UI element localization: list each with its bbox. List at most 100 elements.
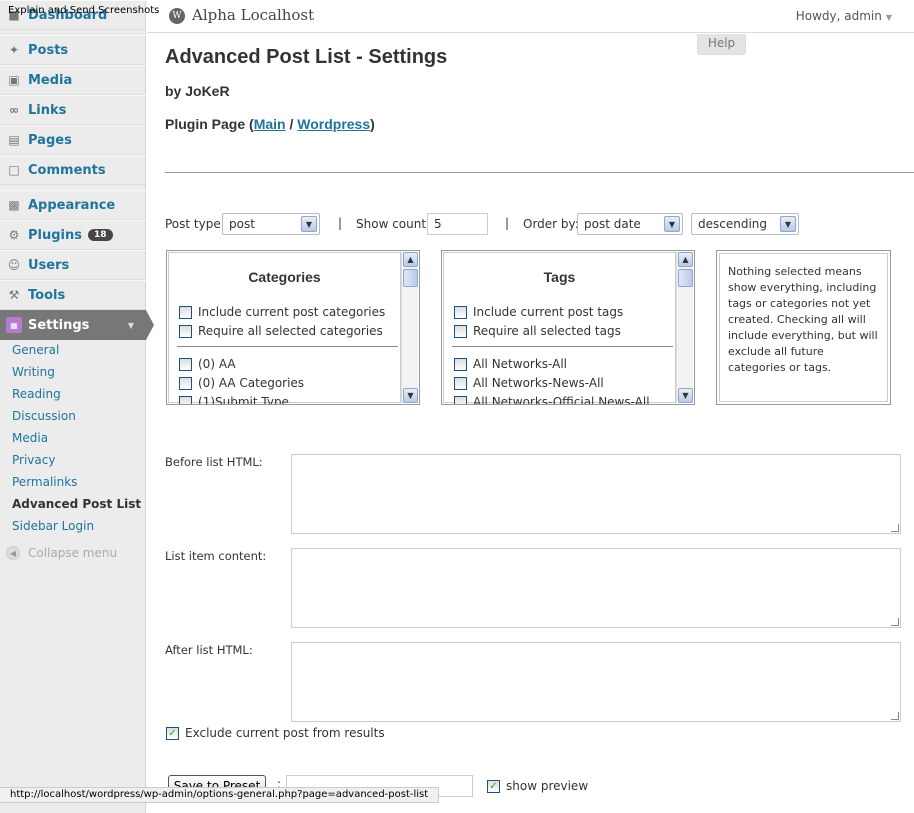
help-button[interactable]: Help xyxy=(697,34,746,55)
show-count-label: Show count: xyxy=(356,217,431,231)
option-label: Include current post tags xyxy=(473,305,624,319)
panel-divider xyxy=(177,346,398,347)
menu-label: Posts xyxy=(28,42,69,58)
order-by-select[interactable]: post date ▼ xyxy=(577,213,683,235)
scroll-up-icon[interactable]: ▲ xyxy=(403,252,418,267)
scroll-down-icon[interactable]: ▼ xyxy=(678,388,693,403)
submenu-media[interactable]: Media xyxy=(0,427,146,449)
tags-list: Tags Include current post tags Require a… xyxy=(443,252,676,404)
howdy-text: Howdy, admin xyxy=(795,9,882,23)
page-title: Advanced Post List - Settings xyxy=(165,46,448,68)
category-label: (1)Submit Type xyxy=(198,395,289,405)
menu-tools[interactable]: ⚒ Tools xyxy=(0,280,146,310)
submenu-reading[interactable]: Reading xyxy=(0,383,146,405)
divider xyxy=(165,172,914,173)
tag-item[interactable]: All Networks-All xyxy=(454,355,567,373)
checkbox[interactable] xyxy=(179,305,192,319)
wordpress-link[interactable]: Wordpress xyxy=(297,116,370,132)
show-count-input[interactable]: 5 xyxy=(427,213,488,235)
chevron-down-icon: ▼ xyxy=(301,216,317,232)
require-all-categories-option[interactable]: Require all selected categories xyxy=(179,322,383,340)
post-type-label: Post type: xyxy=(165,217,225,231)
checkbox[interactable] xyxy=(454,376,467,390)
browser-status-bar: http://localhost/wordpress/wp-admin/opti… xyxy=(0,787,440,803)
wordpress-logo-icon: W xyxy=(169,8,185,24)
checkbox[interactable] xyxy=(454,324,467,338)
submenu-general[interactable]: General xyxy=(0,339,146,361)
checkbox[interactable] xyxy=(179,324,192,338)
show-preview-option[interactable]: ✓ show preview xyxy=(487,779,588,793)
submenu-privacy[interactable]: Privacy xyxy=(0,449,146,471)
pushpin-icon: ✦ xyxy=(8,43,20,57)
checkbox[interactable] xyxy=(179,395,192,404)
chevron-down-icon: ▼ xyxy=(780,216,796,232)
menu-pages[interactable]: ▤ Pages xyxy=(0,125,146,155)
categories-scrollbar[interactable]: ▲ ▼ xyxy=(401,252,418,403)
category-item[interactable]: (1)Submit Type xyxy=(179,393,289,405)
checkbox[interactable] xyxy=(454,395,467,404)
link-separator: / xyxy=(285,116,298,132)
filter-separator: | xyxy=(338,216,343,230)
post-type-select[interactable]: post ▼ xyxy=(222,213,320,235)
order-by-value: post date xyxy=(584,217,641,231)
checkbox[interactable] xyxy=(454,357,467,371)
tag-item[interactable]: All Networks-News-All xyxy=(454,374,604,392)
plugin-page-links: Plugin Page (Main / Wordpress) xyxy=(165,116,375,132)
order-direction-select[interactable]: descending ▼ xyxy=(691,213,799,235)
menu-label: Plugins xyxy=(28,227,82,243)
comment-icon: □ xyxy=(8,163,20,177)
menu-appearance[interactable]: ▩ Appearance xyxy=(0,190,146,220)
menu-label: Media xyxy=(28,72,73,88)
menu-settings[interactable]: ▦ Settings ▼ xyxy=(0,310,154,340)
checkbox[interactable] xyxy=(179,357,192,371)
after-list-textarea[interactable] xyxy=(291,642,901,722)
main-link[interactable]: Main xyxy=(254,116,286,132)
tag-item[interactable]: All Networks-Official News-All xyxy=(454,393,650,404)
menu-links[interactable]: ∞ Links xyxy=(0,95,146,125)
scroll-thumb[interactable] xyxy=(678,269,693,287)
scroll-thumb[interactable] xyxy=(403,269,418,287)
resize-grip-icon[interactable] xyxy=(891,524,899,532)
menu-media[interactable]: ▣ Media xyxy=(0,65,146,95)
submenu-discussion[interactable]: Discussion xyxy=(0,405,146,427)
tags-panel[interactable]: Tags Include current post tags Require a… xyxy=(441,250,695,405)
submenu-permalinks[interactable]: Permalinks xyxy=(0,471,146,493)
scroll-up-icon[interactable]: ▲ xyxy=(678,252,693,267)
resize-grip-icon[interactable] xyxy=(891,618,899,626)
scroll-down-icon[interactable]: ▼ xyxy=(403,388,418,403)
menu-label: Tools xyxy=(28,287,66,303)
filter-separator: | xyxy=(505,216,510,230)
resize-grip-icon[interactable] xyxy=(891,712,899,720)
category-item[interactable]: (0) AA xyxy=(179,355,236,373)
dropdown-arrow-icon: ▼ xyxy=(885,13,892,22)
exclude-current-checkbox[interactable]: ✓ xyxy=(166,726,179,740)
user-menu[interactable]: Howdy, admin ▼ xyxy=(796,9,892,23)
pages-icon: ▤ xyxy=(8,133,20,147)
list-item-content-textarea[interactable] xyxy=(291,548,901,628)
menu-users[interactable]: ☺ Users xyxy=(0,250,146,280)
media-icon: ▣ xyxy=(8,73,20,87)
category-item[interactable]: (0) AA Categories xyxy=(179,374,304,392)
tags-scrollbar[interactable]: ▲ ▼ xyxy=(676,252,693,403)
site-title[interactable]: Alpha Localhost xyxy=(192,6,314,24)
include-current-tags-option[interactable]: Include current post tags xyxy=(454,303,623,321)
require-all-tags-option[interactable]: Require all selected tags xyxy=(454,322,621,340)
show-preview-label: show preview xyxy=(506,779,589,793)
checkbox[interactable] xyxy=(179,376,192,390)
collapse-label: Collapse menu xyxy=(28,546,118,560)
tag-label: All Networks-News-All xyxy=(473,376,604,390)
current-arrow xyxy=(146,310,154,340)
menu-posts[interactable]: ✦ Posts xyxy=(0,35,146,65)
submenu-advanced-post-list[interactable]: Advanced Post List xyxy=(0,493,146,515)
menu-comments[interactable]: □ Comments xyxy=(0,155,146,185)
submenu-writing[interactable]: Writing xyxy=(0,361,146,383)
menu-plugins[interactable]: ⚙ Plugins 18 xyxy=(0,220,146,250)
before-list-textarea[interactable] xyxy=(291,454,901,534)
categories-panel[interactable]: Categories Include current post categori… xyxy=(166,250,420,405)
exclude-current-option[interactable]: ✓ Exclude current post from results xyxy=(166,726,385,740)
collapse-menu[interactable]: ◀ Collapse menu xyxy=(6,546,117,560)
include-current-categories-option[interactable]: Include current post categories xyxy=(179,303,385,321)
submenu-sidebar-login[interactable]: Sidebar Login xyxy=(0,515,146,537)
show-preview-checkbox[interactable]: ✓ xyxy=(487,779,500,793)
checkbox[interactable] xyxy=(454,305,467,319)
